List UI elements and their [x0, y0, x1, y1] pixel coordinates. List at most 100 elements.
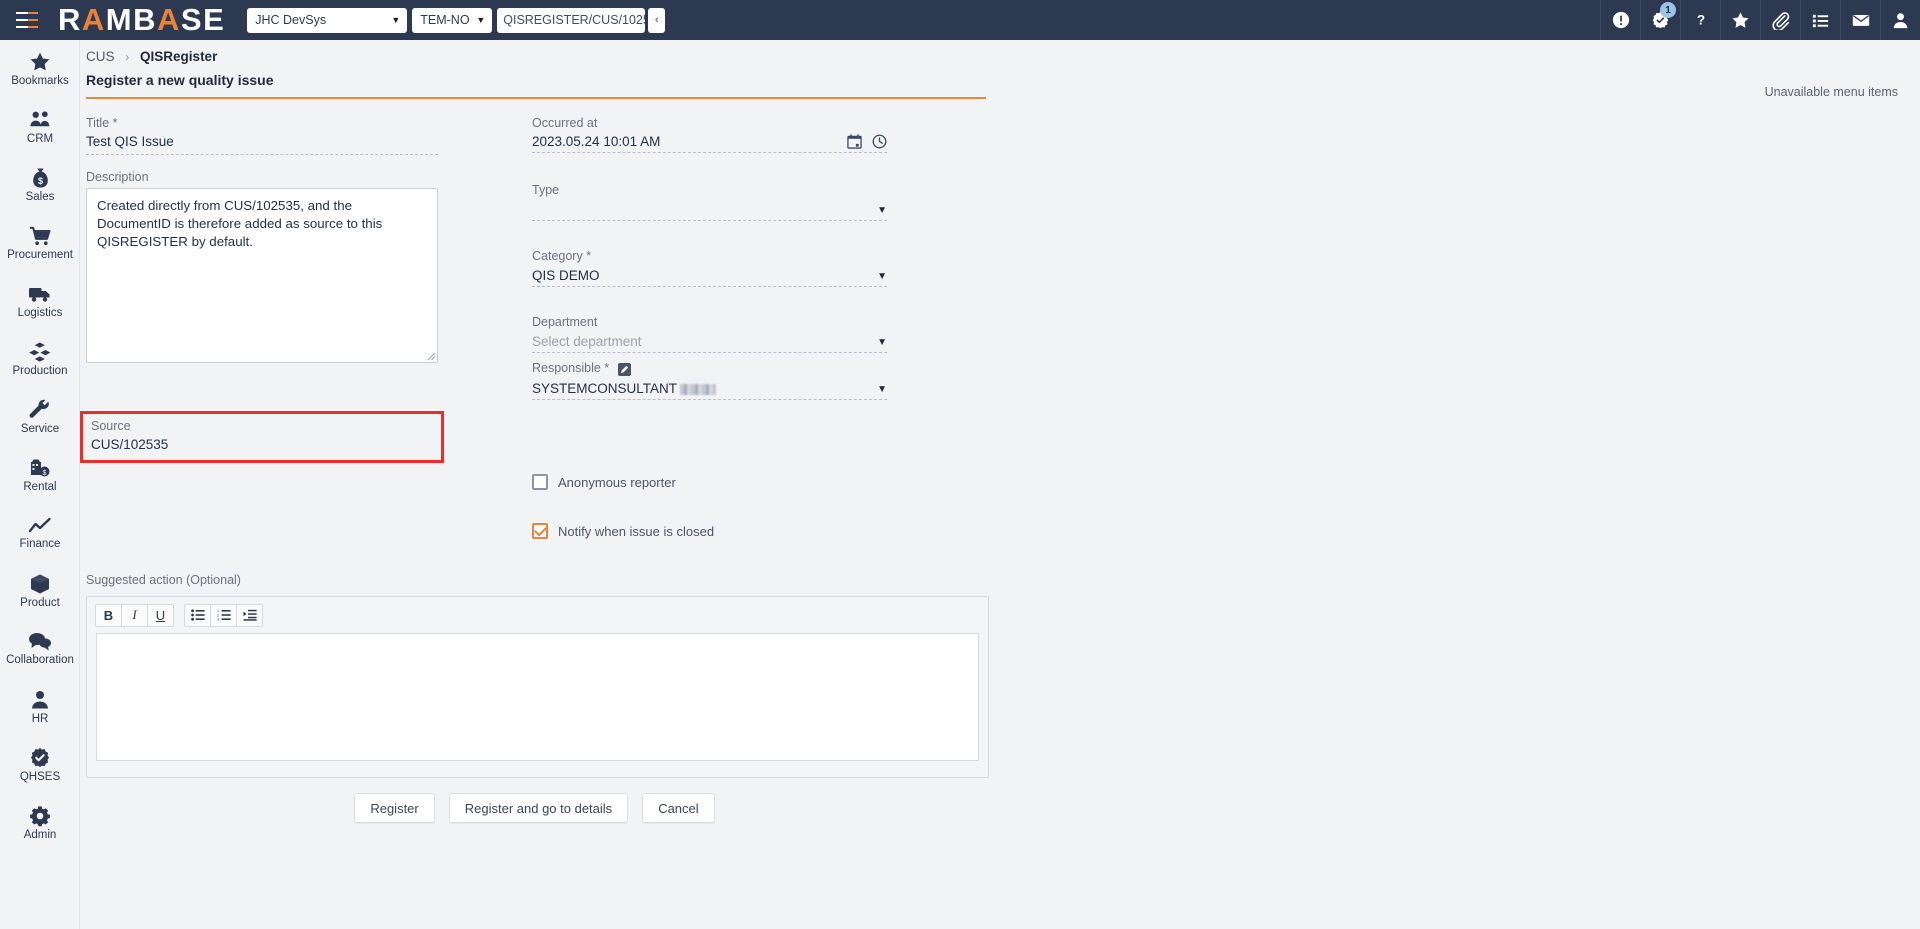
svg-text:$: $	[43, 470, 47, 477]
sidebar-item-rental[interactable]: $ Rental	[0, 446, 80, 504]
breadcrumb-separator: ›	[125, 50, 130, 64]
svg-text:3: 3	[217, 618, 219, 621]
sidebar-item-production[interactable]: Production	[0, 330, 80, 388]
sidebar-item-procurement[interactable]: Procurement	[0, 214, 80, 272]
mail-icon[interactable]	[1840, 0, 1880, 40]
chevron-down-icon: ▼	[877, 205, 887, 216]
form-action-buttons: Register Register and go to details Canc…	[80, 793, 989, 823]
breadcrumb: CUS › QISRegister	[86, 49, 217, 64]
previous-tab-button[interactable]: ‹	[648, 7, 666, 33]
top-header-bar: RAMBASE JHC DevSys ▼ TEM-NO ▼ QISREGISTE…	[0, 0, 1920, 40]
sidebar-item-label: CRM	[26, 132, 54, 145]
list-icon[interactable]	[1800, 0, 1840, 40]
main-content-area: CUS › QISRegister Unavailable menu items…	[80, 40, 1920, 929]
notify-when-closed-checkbox[interactable]	[532, 523, 548, 539]
anonymous-reporter-row[interactable]: Anonymous reporter	[532, 474, 676, 490]
register-button[interactable]: Register	[354, 793, 435, 823]
type-select[interactable]: ▼	[532, 201, 887, 221]
sidebar-item-service[interactable]: Service	[0, 388, 80, 446]
edit-icon[interactable]	[617, 363, 631, 376]
notify-when-closed-label: Notify when issue is closed	[558, 523, 715, 539]
info-icon[interactable]	[1600, 0, 1640, 40]
source-input[interactable]: CUS/102535	[91, 437, 433, 452]
rambase-logo: RAMBASE	[58, 2, 226, 37]
numbered-list-button[interactable]: 123	[210, 603, 237, 627]
help-icon[interactable]: ?	[1680, 0, 1720, 40]
responsible-field-label: Responsible *	[532, 361, 887, 376]
responsible-select[interactable]: SYSTEMCONSULTANT ▼	[532, 380, 887, 400]
italic-button[interactable]: I	[121, 603, 148, 627]
sidebar-item-hr[interactable]: HR	[0, 678, 80, 736]
attachment-icon[interactable]	[1760, 0, 1800, 40]
locale-select[interactable]: TEM-NO ▼	[412, 7, 493, 33]
department-field-label: Department	[532, 315, 598, 329]
underline-button[interactable]: U	[147, 603, 174, 627]
locale-select-value: TEM-NO	[420, 13, 470, 27]
sidebar-item-sales[interactable]: $ Sales	[0, 156, 80, 214]
money-bag-icon: $	[30, 167, 51, 189]
company-select-value: JHC DevSys	[255, 13, 327, 27]
sidebar-item-label: Logistics	[17, 306, 63, 319]
person-icon	[30, 689, 50, 711]
notify-when-closed-row[interactable]: Notify when issue is closed	[532, 523, 714, 539]
sidebar-item-crm[interactable]: CRM	[0, 98, 80, 156]
truck-icon	[28, 283, 52, 305]
department-select[interactable]: Select department ▼	[532, 333, 887, 353]
indent-button[interactable]	[236, 603, 263, 627]
title-field-label: Title *	[86, 116, 118, 130]
sidebar-item-finance[interactable]: Finance	[0, 504, 80, 562]
svg-text:?: ?	[1696, 13, 1704, 28]
page-title: Register a new quality issue	[86, 72, 274, 88]
document-tab-label: QISREGISTER/CUS/1025	[503, 13, 646, 27]
occurred-at-input[interactable]: 2023.05.24 10:01 AM	[532, 134, 837, 149]
cancel-button[interactable]: Cancel	[642, 793, 715, 823]
sidebar-item-product[interactable]: Product	[0, 562, 80, 620]
category-field-group: Category * QIS DEMO ▼	[532, 249, 887, 287]
user-account-icon[interactable]	[1880, 0, 1920, 40]
document-tab[interactable]: QISREGISTER/CUS/1025	[497, 7, 646, 33]
title-input[interactable]: Test QIS Issue	[86, 134, 438, 155]
sidebar-item-bookmarks[interactable]: Bookmarks	[0, 40, 80, 98]
type-field-group: Type ▼	[532, 183, 887, 221]
title-divider	[86, 97, 986, 99]
tasks-icon[interactable]: 1	[1640, 0, 1680, 40]
description-textarea[interactable]: Created directly from CUS/102535, and th…	[86, 188, 438, 363]
breadcrumb-root[interactable]: CUS	[86, 49, 115, 64]
sidebar-item-label: HR	[31, 712, 49, 725]
sidebar-item-label: QHSES	[19, 770, 61, 783]
list-format-group: 123	[184, 603, 263, 627]
register-and-details-button[interactable]: Register and go to details	[448, 793, 629, 823]
calendar-icon[interactable]	[847, 134, 862, 149]
sidebar-item-logistics[interactable]: Logistics	[0, 272, 80, 330]
clock-icon[interactable]	[872, 134, 887, 149]
sidebar-item-collaboration[interactable]: Collaboration	[0, 620, 80, 678]
sidebar-item-admin[interactable]: Admin	[0, 794, 80, 852]
editor-toolbar: B I U 123	[87, 597, 988, 633]
hamburger-menu-icon[interactable]	[0, 0, 54, 40]
bullet-list-button[interactable]	[184, 603, 211, 627]
type-field-label: Type	[532, 183, 560, 197]
hamburger-line	[16, 12, 38, 14]
rental-money-icon: $	[29, 457, 51, 479]
svg-text:$: $	[37, 176, 42, 186]
chevron-down-icon: ▼	[391, 15, 401, 25]
source-field-group: Source CUS/102535	[80, 411, 444, 463]
hamburger-line	[16, 26, 38, 28]
favorites-star-icon[interactable]	[1720, 0, 1760, 40]
anonymous-reporter-checkbox[interactable]	[532, 474, 548, 490]
chevron-down-icon: ▼	[476, 15, 486, 25]
breadcrumb-current: QISRegister	[140, 49, 218, 64]
header-icon-group: 1 ?	[1600, 0, 1920, 40]
company-select[interactable]: JHC DevSys ▼	[247, 7, 408, 33]
sidebar-item-qhses[interactable]: QHSES	[0, 736, 80, 794]
redacted-text	[680, 383, 717, 395]
sidebar-item-label: Production	[12, 364, 68, 377]
unavailable-menu-items-label[interactable]: Unavailable menu items	[1765, 85, 1898, 99]
anonymous-reporter-label: Anonymous reporter	[558, 474, 676, 490]
bold-button[interactable]: B	[95, 603, 122, 627]
sidebar-item-label: Admin	[23, 828, 57, 841]
responsible-label-text: Responsible *	[532, 361, 610, 375]
suggested-action-input[interactable]	[96, 633, 979, 761]
category-select[interactable]: QIS DEMO ▼	[532, 267, 887, 287]
suggested-action-label: Suggested action (Optional)	[86, 573, 241, 587]
